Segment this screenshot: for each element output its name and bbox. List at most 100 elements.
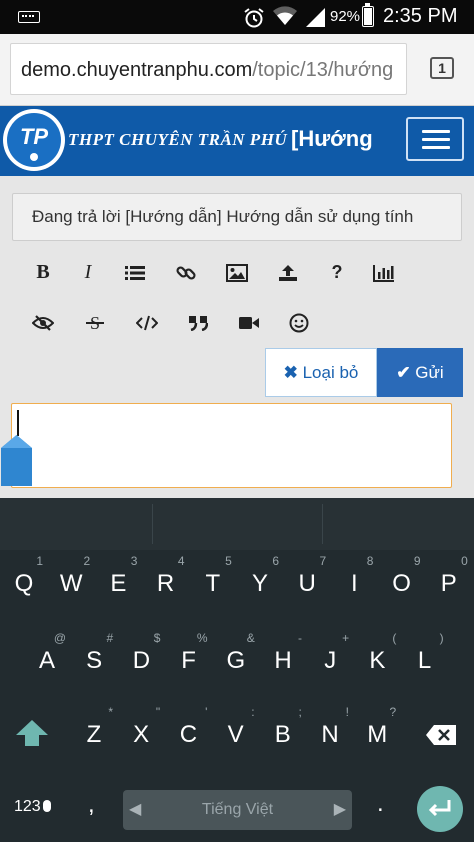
- discard-label: Loại bỏ: [302, 363, 359, 382]
- key-t[interactable]: 5T: [190, 554, 236, 608]
- key-v[interactable]: :V: [213, 705, 259, 759]
- url-field[interactable]: demo.chuyentranphu.com/topic/13/hướng: [10, 43, 407, 95]
- key-hint: 2: [83, 554, 91, 568]
- key-o[interactable]: 9O: [379, 554, 425, 608]
- page-title: [Hướng: [291, 126, 373, 151]
- logo-dot: [30, 153, 38, 161]
- key-b[interactable]: ; B: [260, 705, 306, 759]
- reply-composer: Đang trả lời [Hướng dẫn] Hướng dẫn sử dụ…: [0, 176, 474, 498]
- key-k[interactable]: (K: [354, 631, 400, 685]
- discard-button[interactable]: ✖ Loại bỏ: [265, 348, 377, 397]
- key-label: Q: [14, 570, 34, 597]
- key-m[interactable]: ? M: [354, 705, 400, 759]
- code-button[interactable]: [130, 305, 164, 339]
- send-button[interactable]: ✔ Gửi: [377, 348, 463, 397]
- reply-textarea[interactable]: [11, 403, 452, 488]
- key-label: F: [181, 647, 196, 674]
- menu-bar-icon: [422, 138, 450, 141]
- key-label: X: [133, 721, 150, 748]
- school-name[interactable]: THPT CHUYÊN TRẦN PHÚ: [68, 130, 287, 150]
- symbols-key[interactable]: 123: [14, 798, 51, 816]
- battery-percent: 92%: [330, 8, 361, 25]
- shift-key[interactable]: [15, 719, 49, 752]
- key-hint: 8: [366, 554, 374, 568]
- selection-handle[interactable]: [0, 434, 33, 488]
- key-hint: 1: [36, 554, 43, 568]
- key-a[interactable]: @ A: [24, 631, 70, 685]
- key-l[interactable]: ) L: [402, 631, 448, 685]
- key-j[interactable]: + J: [307, 631, 353, 685]
- key-label: O: [392, 570, 411, 597]
- clock: 2:35 PM: [383, 5, 458, 27]
- menu-bar-icon: [422, 130, 450, 133]
- list-button[interactable]: [118, 255, 152, 289]
- chart-button[interactable]: [367, 255, 401, 289]
- key-c[interactable]: ' C: [165, 705, 211, 759]
- spacebar[interactable]: ◀ Tiếng Việt ▶: [123, 790, 352, 830]
- url-path: /topic/13/hướng: [252, 59, 394, 81]
- backspace-key[interactable]: [425, 724, 457, 751]
- comma-key[interactable]: ,: [88, 791, 95, 819]
- check-icon: ✔: [396, 363, 411, 382]
- key-h[interactable]: -H: [260, 631, 306, 685]
- key-s[interactable]: # S: [71, 631, 117, 685]
- site-header: TP THPT CHUYÊN TRẦN PHÚ [Hướng: [0, 106, 474, 176]
- key-p[interactable]: 0P: [426, 554, 472, 608]
- key-label: V: [227, 721, 244, 748]
- key-r[interactable]: 4R: [143, 554, 189, 608]
- key-label: E: [110, 570, 127, 597]
- key-z[interactable]: * Z: [71, 705, 117, 759]
- italic-button[interactable]: I: [71, 255, 105, 289]
- enter-key[interactable]: [417, 786, 463, 832]
- alarm-icon: [242, 6, 266, 35]
- suggestion-divider: [322, 504, 323, 544]
- microphone-icon: [42, 800, 51, 812]
- key-q[interactable]: 1Q: [1, 554, 47, 608]
- video-button[interactable]: [232, 305, 266, 339]
- menu-bar-icon: [422, 146, 450, 149]
- key-i[interactable]: 8I: [331, 554, 377, 608]
- list-icon: [125, 266, 145, 281]
- key-w[interactable]: 2W: [48, 554, 94, 608]
- key-y[interactable]: 6Y: [237, 554, 283, 608]
- key-label: A: [38, 647, 55, 674]
- shift-arrow-icon: [16, 720, 48, 746]
- backspace-icon: [426, 725, 456, 745]
- spacebar-language: Tiếng Việt: [201, 801, 274, 818]
- key-hint: +: [342, 631, 350, 645]
- bold-button[interactable]: B: [26, 255, 60, 289]
- upload-button[interactable]: [271, 255, 305, 289]
- replying-to-title[interactable]: Đang trả lời [Hướng dẫn] Hướng dẫn sử dụ…: [12, 193, 462, 241]
- wifi-icon: [272, 5, 298, 32]
- key-u[interactable]: 7U: [284, 554, 330, 608]
- chevron-left-icon: ◀: [129, 801, 142, 818]
- key-hint: %: [196, 631, 208, 645]
- emoji-button[interactable]: [282, 305, 316, 339]
- site-logo[interactable]: TP: [3, 109, 65, 171]
- key-f[interactable]: % F: [166, 631, 212, 685]
- strikethrough-button[interactable]: S: [78, 305, 112, 339]
- key-n[interactable]: ! N: [307, 705, 353, 759]
- hamburger-menu-button[interactable]: [406, 117, 464, 161]
- tab-switcher-button[interactable]: 1: [430, 57, 454, 79]
- hide-content-button[interactable]: [26, 305, 60, 339]
- quote-button[interactable]: [181, 305, 215, 339]
- key-label: T: [205, 570, 221, 597]
- image-icon: [226, 264, 248, 283]
- signal-icon: [304, 6, 326, 33]
- key-hint: 9: [413, 554, 421, 568]
- image-button[interactable]: [220, 255, 254, 289]
- key-d[interactable]: $ D: [118, 631, 164, 685]
- url-host: demo.chuyentranphu.com: [21, 59, 253, 81]
- help-button[interactable]: ?: [320, 255, 354, 289]
- period-key[interactable]: .: [377, 790, 384, 818]
- status-bar: 92% 2:35 PM: [0, 0, 474, 34]
- key-label: K: [369, 647, 386, 674]
- key-hint: 6: [272, 554, 279, 568]
- key-label: D: [132, 647, 151, 674]
- key-x[interactable]: " X: [118, 705, 164, 759]
- key-e[interactable]: 3E: [95, 554, 141, 608]
- link-button[interactable]: [169, 255, 203, 289]
- key-hint: *: [108, 705, 113, 719]
- key-g[interactable]: & G: [213, 631, 259, 685]
